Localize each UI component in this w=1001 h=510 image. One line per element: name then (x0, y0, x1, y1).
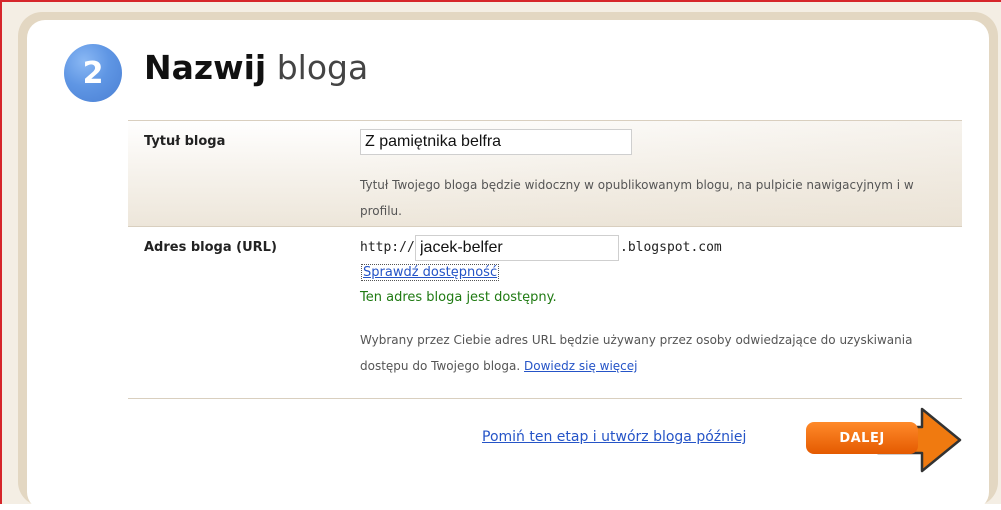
check-availability-link[interactable]: Sprawdź dostępność (361, 264, 500, 281)
blog-address-label: Adres bloga (URL) (144, 240, 277, 255)
next-button[interactable]: DALEJ (806, 422, 918, 454)
skip-step-link[interactable]: Pomiń ten etap i utwórz bloga później (482, 429, 746, 445)
divider-middle (128, 226, 962, 227)
blog-address-help: Wybrany przez Ciebie adres URL będzie uż… (360, 327, 920, 379)
blog-address-input[interactable] (415, 235, 619, 261)
availability-status: Ten adres bloga jest dostępny. (360, 290, 557, 305)
page-title-rest: bloga (276, 48, 369, 87)
blog-title-help: Tytuł Twojego bloga będzie widoczny w op… (360, 178, 914, 218)
blog-title-input[interactable] (360, 129, 632, 155)
divider-bottom (128, 398, 962, 399)
learn-more-link[interactable]: Dowiedz się więcej (524, 359, 637, 373)
page-title: Nazwij bloga (144, 48, 368, 87)
blog-title-label: Tytuł bloga (144, 134, 226, 149)
page-title-bold: Nazwij (144, 48, 267, 87)
url-suffix: .blogspot.com (620, 240, 722, 255)
step-number-badge: 2 (64, 44, 122, 102)
divider-top (128, 120, 962, 121)
url-prefix: http:// (360, 240, 415, 255)
